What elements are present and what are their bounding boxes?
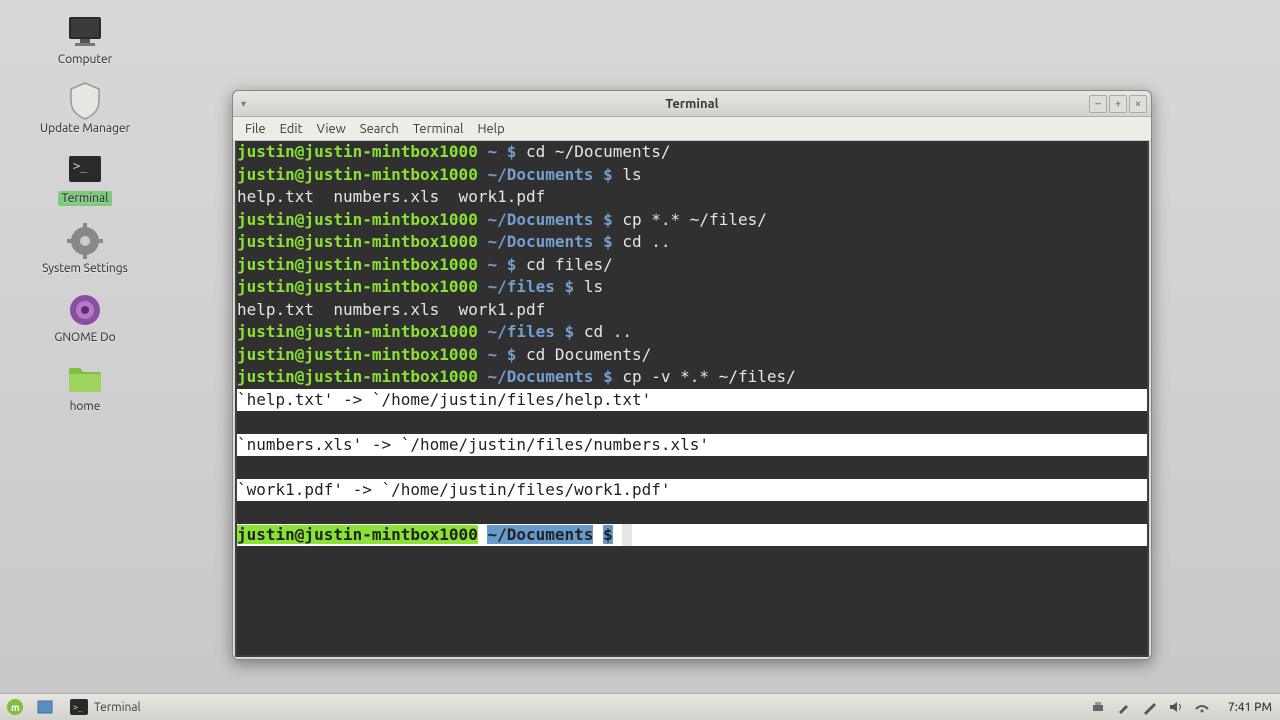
printer-tray-icon[interactable] [1090,699,1106,715]
titlebar[interactable]: ▾ Terminal – + × [233,91,1151,117]
window-menu-icon[interactable]: ▾ [241,98,253,110]
desktop-icons: Computer Update Manager >_ Terminal Syst… [35,15,135,413]
icon-label: home [70,400,101,413]
window-title: Terminal [233,97,1151,111]
menu-terminal[interactable]: Terminal [413,122,464,136]
system-tray [1080,699,1220,715]
icon-label: Computer [58,53,112,66]
taskbar-app-label: Terminal [94,701,141,714]
terminal-window: ▾ Terminal – + × File Edit View Search T… [232,90,1152,660]
update-manager-icon[interactable]: Update Manager [35,84,135,135]
svg-text:>_: >_ [73,703,83,712]
menu-view[interactable]: View [317,122,346,136]
home-folder-icon[interactable]: home [35,362,135,413]
volume-tray-icon[interactable] [1168,699,1184,715]
folder-icon [65,362,105,396]
icon-label: Terminal [58,191,113,206]
minimize-button[interactable]: – [1089,95,1107,113]
window-controls: – + × [1089,95,1147,113]
icon-label: System Settings [42,262,128,275]
menu-help[interactable]: Help [477,122,504,136]
svg-text:m: m [11,702,20,713]
computer-icon[interactable]: Computer [35,15,135,66]
system-settings-icon[interactable]: System Settings [35,224,135,275]
maximize-button[interactable]: + [1109,95,1127,113]
terminal-small-icon: >_ [70,699,88,715]
taskbar: m >_ Terminal 7:41 PM [0,693,1280,720]
start-menu-button[interactable]: m [4,696,26,718]
terminal-icon[interactable]: >_ Terminal [35,153,135,206]
terminal-app-icon: >_ [65,153,105,187]
menubar: File Edit View Search Terminal Help [233,117,1151,141]
icon-label: GNOME Do [54,331,115,344]
monitor-icon [65,15,105,49]
network-tray-icon[interactable] [1194,699,1210,715]
icon-label: Update Manager [40,122,130,135]
shield-icon [65,84,105,118]
show-desktop-button[interactable] [34,696,56,718]
pen-tray-icon[interactable] [1142,699,1158,715]
gnome-do-app-icon [65,293,105,327]
menu-edit[interactable]: Edit [280,122,303,136]
menu-file[interactable]: File [245,122,266,136]
menu-search[interactable]: Search [360,122,399,136]
gnome-do-icon[interactable]: GNOME Do [35,293,135,344]
taskbar-clock[interactable]: 7:41 PM [1220,701,1280,714]
brush-tray-icon[interactable] [1116,699,1132,715]
close-button[interactable]: × [1129,95,1147,113]
taskbar-terminal-button[interactable]: >_ Terminal [60,697,151,717]
svg-text:>_: >_ [73,159,88,173]
terminal-content[interactable]: justin@justin-mintbox1000 ~ $ cd ~/Docum… [235,141,1149,657]
gear-icon [65,224,105,258]
